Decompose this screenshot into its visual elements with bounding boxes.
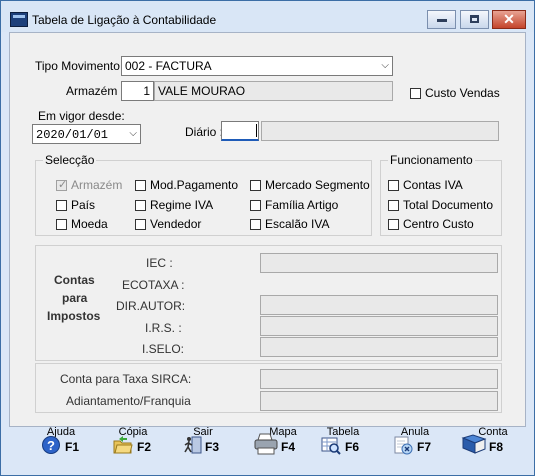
- close-button[interactable]: ✕: [492, 10, 526, 29]
- tipo-movimento-select[interactable]: 002 - FACTURA ⌵: [121, 56, 393, 76]
- tipo-movimento-value: 002 - FACTURA: [125, 59, 212, 73]
- help-icon: ?: [42, 436, 60, 454]
- ecotaxa-label: ECOTAXA :: [122, 278, 185, 292]
- f7-key-label: F7: [417, 440, 432, 454]
- impostos-title-line1: Contas: [54, 273, 95, 287]
- f6-key-label: F6: [345, 440, 360, 454]
- familia-artigo-checkbox[interactable]: Família Artigo: [250, 198, 338, 212]
- custo-vendas-label: Custo Vendas: [425, 86, 500, 100]
- seleccao-title: Selecção: [43, 153, 97, 167]
- armazem-code-field[interactable]: 1: [121, 81, 154, 101]
- dir-autor-label: DIR.AUTOR:: [116, 299, 186, 313]
- maximize-button[interactable]: [460, 10, 489, 29]
- irs-field[interactable]: [260, 316, 498, 336]
- pais-checkbox[interactable]: País: [56, 198, 95, 212]
- contas-iva-checkbox[interactable]: Contas IVA: [388, 178, 463, 192]
- escalao-iva-checkbox[interactable]: Escalão IVA: [250, 217, 329, 231]
- copia-f2-button[interactable]: Cópia F2: [111, 426, 171, 466]
- app-icon: [10, 12, 28, 27]
- exit-icon: [184, 436, 202, 454]
- main-window: Tabela de Ligação à Contabilidade ✕ Tipo…: [0, 0, 535, 476]
- cancel-icon: [394, 436, 413, 455]
- chevron-down-icon[interactable]: ⌵: [129, 125, 137, 143]
- vendedor-checkbox[interactable]: Vendedor: [135, 217, 201, 231]
- armazem-name-field: VALE MOURAO: [154, 81, 393, 101]
- text-cursor: [256, 124, 257, 137]
- funcionamento-title: Funcionamento: [388, 153, 475, 167]
- tabela-f6-button[interactable]: Tabela F6: [319, 426, 379, 466]
- armazem-checkbox: ✓ Armazém: [56, 178, 123, 192]
- checkmark-icon: ✓: [58, 179, 68, 191]
- iec-label: IEC :: [146, 256, 173, 270]
- minimize-icon: [437, 19, 447, 22]
- em-vigor-date-picker[interactable]: 2020/01/01 ⌵: [32, 124, 141, 144]
- armazem-label: Armazém :: [66, 84, 125, 98]
- sair-f3-button[interactable]: Sair F3: [183, 426, 243, 466]
- title-bar[interactable]: Tabela de Ligação à Contabilidade ✕: [1, 1, 534, 32]
- diario-description-field: [261, 121, 499, 141]
- impostos-title-line2: para: [62, 291, 88, 305]
- custo-vendas-box[interactable]: [410, 88, 421, 99]
- svg-text:?: ?: [47, 438, 55, 453]
- f4-key-label: F4: [281, 440, 296, 454]
- iselo-label: I.SELO:: [142, 342, 185, 356]
- maximize-icon: [470, 15, 479, 23]
- total-documento-checkbox[interactable]: Total Documento: [388, 198, 493, 212]
- impostos-title-line3: Impostos: [47, 309, 101, 323]
- regime-iva-checkbox[interactable]: Regime IVA: [135, 198, 213, 212]
- irs-label: I.R.S. :: [145, 321, 182, 335]
- tipo-movimento-label: Tipo Movimento :: [35, 59, 127, 73]
- f2-key-label: F2: [137, 440, 152, 454]
- mercado-segmento-checkbox[interactable]: Mercado Segmento: [250, 178, 370, 192]
- mapa-f4-button[interactable]: Mapa F4: [253, 426, 313, 466]
- centro-custo-checkbox[interactable]: Centro Custo: [388, 217, 474, 231]
- diario-label: Diário :: [185, 125, 224, 139]
- minimize-button[interactable]: [427, 10, 456, 29]
- table-search-icon: [321, 437, 341, 455]
- conta-f8-button[interactable]: Conta F8: [461, 426, 521, 466]
- window-title: Tabela de Ligação à Contabilidade: [32, 13, 217, 27]
- dir-autor-field[interactable]: [260, 295, 498, 315]
- sair-label: Sair: [193, 426, 213, 438]
- custo-vendas-checkbox[interactable]: Custo Vendas: [410, 86, 500, 100]
- f8-key-label: F8: [489, 440, 504, 454]
- form-panel: Tipo Movimento : 002 - FACTURA ⌵ Armazém…: [9, 32, 526, 427]
- mod-pagamento-checkbox[interactable]: Mod.Pagamento: [135, 178, 238, 192]
- copia-label: Cópia: [118, 426, 148, 438]
- f1-key-label: F1: [65, 440, 80, 454]
- moeda-checkbox[interactable]: Moeda: [56, 217, 108, 231]
- close-icon: ✕: [503, 11, 515, 27]
- taxa-sirca-label: Conta para Taxa SIRCA:: [60, 372, 192, 386]
- adiantamento-label: Adiantamento/Franquia: [66, 394, 191, 408]
- chevron-down-icon[interactable]: ⌵: [381, 57, 389, 75]
- diario-code-field[interactable]: [221, 121, 259, 141]
- ajuda-f1-button[interactable]: Ajuda ? F1: [39, 426, 99, 466]
- ajuda-label: Ajuda: [46, 426, 76, 438]
- printer-icon: [254, 433, 278, 455]
- iec-field[interactable]: [260, 253, 498, 273]
- f3-key-label: F3: [205, 440, 220, 454]
- taxa-sirca-field[interactable]: [260, 369, 498, 389]
- copy-folder-icon: [113, 436, 133, 454]
- adiantamento-field[interactable]: [260, 391, 498, 411]
- anula-f7-button[interactable]: Anula F7: [391, 426, 451, 466]
- em-vigor-value: 2020/01/01: [36, 128, 109, 142]
- iselo-field[interactable]: [260, 337, 498, 357]
- em-vigor-label: Em vigor desde:: [38, 109, 125, 123]
- books-icon: [461, 434, 487, 454]
